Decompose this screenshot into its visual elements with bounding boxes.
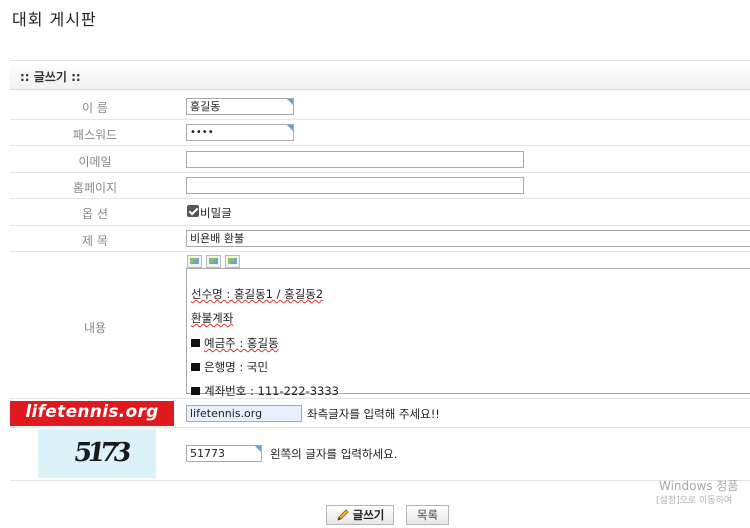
- name-label: 이 름: [82, 101, 108, 115]
- windows-watermark: Windows 정품: [659, 479, 739, 493]
- captcha-hint: 왼쪽의 글자를 입력하세요.: [270, 447, 398, 461]
- divider: [10, 480, 750, 481]
- square-bullet-icon: [191, 363, 200, 371]
- list-button[interactable]: 목록: [406, 505, 449, 525]
- captcha-image: 5173: [38, 429, 156, 478]
- square-bullet-icon: [191, 339, 200, 347]
- content-line: 은행명 : 국민: [191, 359, 268, 375]
- write-button-label: 글쓰기: [352, 508, 385, 522]
- secret-label: 비밀글: [200, 206, 232, 220]
- secret-checkbox[interactable]: [187, 205, 199, 217]
- content-label: 내용: [83, 321, 107, 335]
- homepage-input[interactable]: [186, 177, 524, 194]
- site-logo-text: lifetennis.org: [25, 402, 159, 422]
- section-header: :: 글쓰기 ::: [10, 60, 750, 90]
- content-line: 계좌번호 : 111-222-3333: [191, 383, 339, 399]
- captcha-input[interactable]: 51773: [186, 445, 262, 462]
- site-check-input[interactable]: lifetennis.org: [186, 405, 302, 422]
- page-title: 대회 게시판: [12, 10, 97, 29]
- name-input[interactable]: 홍길동: [186, 98, 294, 115]
- password-label: 패스워드: [72, 128, 118, 142]
- form-row-password: 패스워드 ••••: [10, 120, 750, 146]
- write-button[interactable]: 글쓰기: [326, 505, 394, 525]
- email-label: 이메일: [78, 155, 112, 169]
- options-label: 옵 션: [82, 207, 108, 221]
- editor-image-icon[interactable]: [206, 255, 221, 268]
- list-button-label: 목록: [416, 508, 439, 522]
- homepage-label: 홈페이지: [72, 181, 118, 195]
- site-logo: lifetennis.org: [10, 401, 174, 426]
- content-line: 예금주 : 홍길동: [191, 335, 279, 351]
- form-row-email: 이메일: [10, 146, 750, 173]
- form-row-subject: 제 목 비욘배 환불: [10, 226, 750, 252]
- form-row-name: 이 름 홍길동: [10, 91, 750, 120]
- form-row-options: 옵 션 비밀글: [10, 199, 750, 226]
- form-row-homepage: 홈페이지: [10, 173, 750, 199]
- editor-image-icon[interactable]: [225, 255, 240, 268]
- content-editor[interactable]: 선수명 : 홍길동1 / 홍길동2 환불계좌 예금주 : 홍길동 은행명 : 국…: [186, 268, 750, 398]
- pencil-icon: [336, 509, 349, 521]
- email-input[interactable]: [186, 151, 524, 168]
- square-bullet-icon: [191, 387, 200, 395]
- subject-label: 제 목: [82, 234, 108, 248]
- captcha-text: 5173: [71, 438, 129, 468]
- content-line: 선수명 : 홍길동1 / 홍길동2: [191, 287, 324, 301]
- form-row-content: 내용 선수명 : 홍길동1 / 홍길동2 환불계좌 예금주 : 홍길동 은행명 …: [10, 252, 750, 399]
- site-check-hint: 좌측글자를 입력해 주세요!!: [307, 407, 440, 421]
- subject-input[interactable]: 비욘배 환불: [186, 230, 750, 247]
- section-title: :: 글쓰기 ::: [20, 70, 81, 84]
- windows-watermark-sub: [설정]으로 이동하여: [656, 496, 733, 506]
- password-input[interactable]: ••••: [186, 124, 294, 141]
- editor-image-icon[interactable]: [187, 255, 202, 268]
- content-line: 환불계좌: [191, 311, 234, 325]
